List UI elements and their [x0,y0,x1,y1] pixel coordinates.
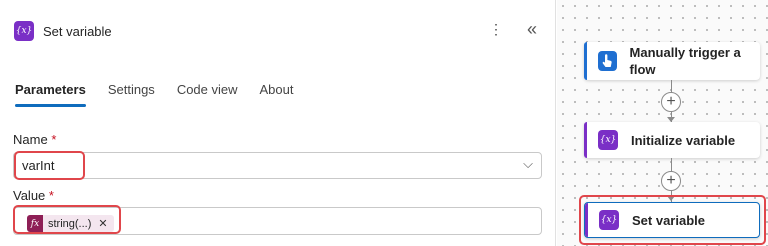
add-step-icon[interactable]: + [661,171,681,191]
panel-title[interactable]: Set variable [43,24,112,39]
tab-code-view[interactable]: Code view [177,82,238,107]
collapse-left-icon[interactable]: « [527,19,537,40]
value-field-label: Value * [13,188,54,203]
required-mark: * [48,188,54,203]
step-label: Initialize variable [631,132,736,148]
more-vertical-icon[interactable]: ⋮ [489,21,503,38]
step-accent-bar [584,42,587,80]
flow-step-initialize-variable[interactable]: {x} Initialize variable [584,122,760,158]
flow-step-set-variable[interactable]: {x} Set variable [584,202,760,238]
flow-step-manual-trigger[interactable]: Manually trigger a flow [584,42,760,80]
step-accent-bar [584,122,587,158]
highlight-box [13,205,121,234]
name-select[interactable]: varInt ⌵ [13,152,542,179]
chevron-down-icon[interactable]: ⌵ [523,156,533,172]
variable-icon: {x} [14,21,34,41]
tab-parameters[interactable]: Parameters [15,82,86,107]
name-field-label: Name * [13,132,56,147]
tab-settings[interactable]: Settings [108,82,155,107]
action-details-panel: {x} Set variable ⋮ « Parameters Settings… [0,0,556,246]
step-label: Manually trigger a flow [629,45,741,77]
step-accent-bar [585,203,588,237]
tab-about[interactable]: About [260,82,294,107]
tab-bar: Parameters Settings Code view About [15,82,316,107]
flow-canvas[interactable]: Manually trigger a flow + {x} Initialize… [557,0,768,246]
value-label-text: Value [13,188,46,203]
name-label-text: Name [13,132,48,147]
highlight-box [14,151,85,180]
step-label: Set variable [632,212,705,228]
required-mark: * [51,132,57,147]
add-step-icon[interactable]: + [661,92,681,112]
variable-icon: {x} [598,130,618,150]
panel-header: {x} Set variable ⋮ « [14,19,541,42]
hand-touch-icon [598,51,617,71]
variable-icon: {x} [599,210,619,230]
